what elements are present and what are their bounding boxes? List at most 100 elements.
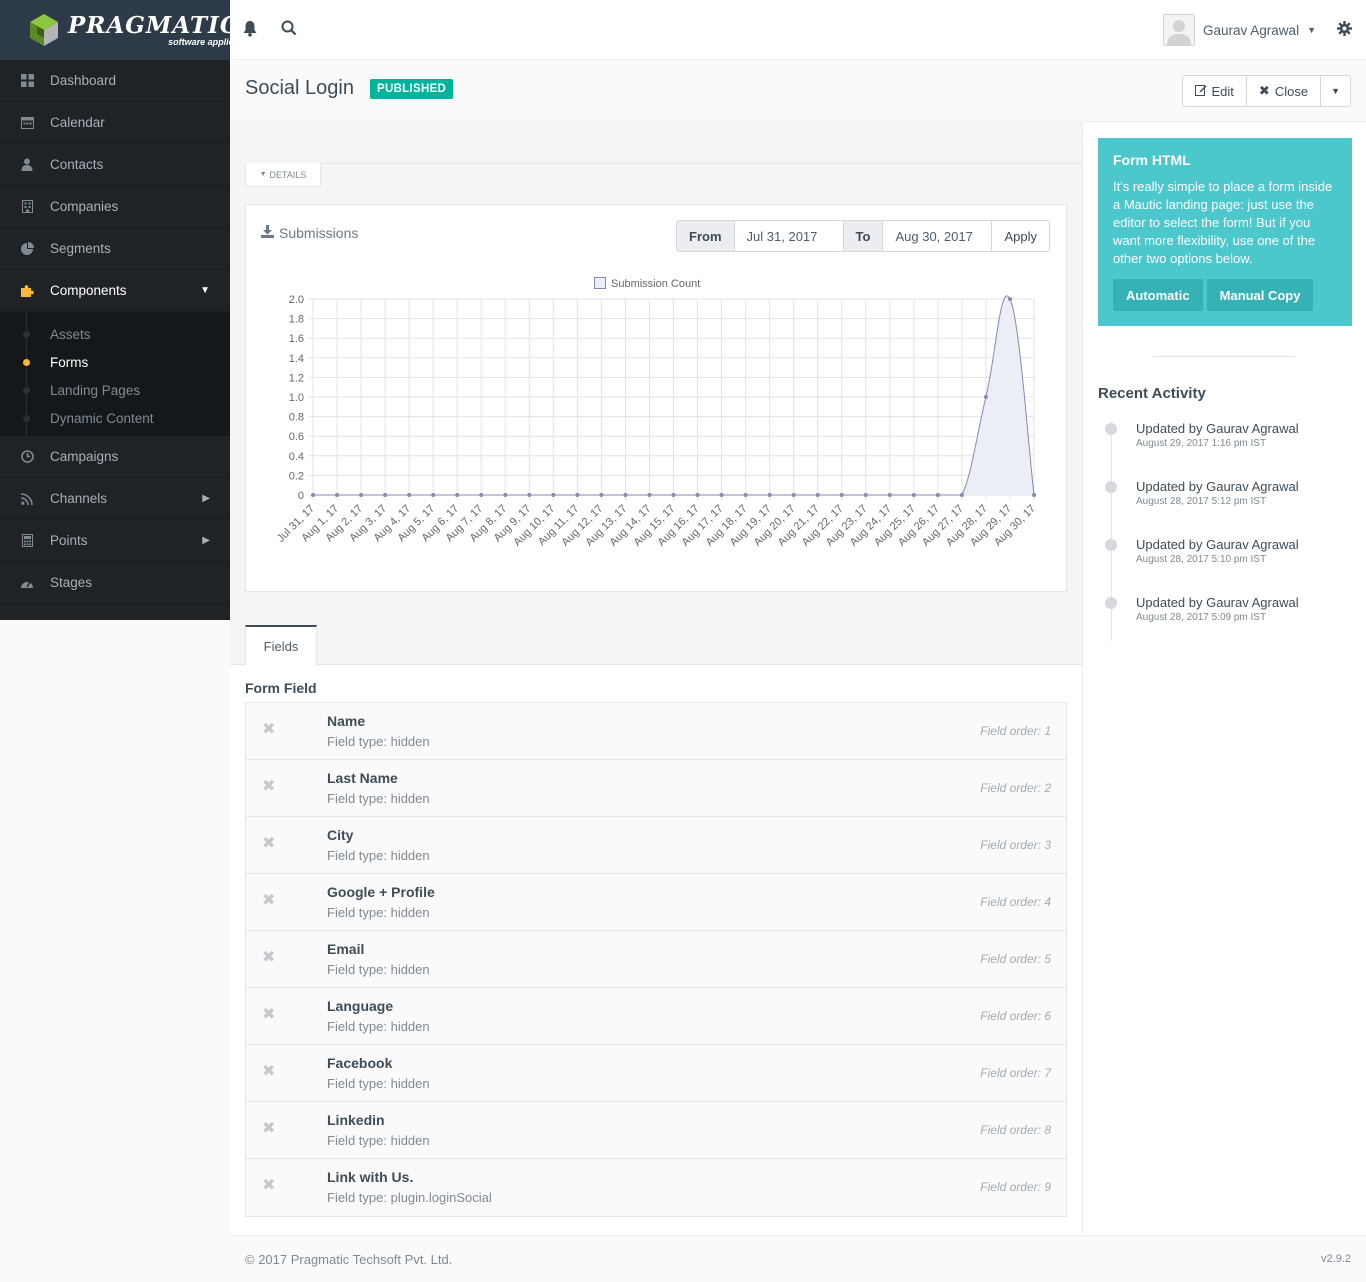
field-order: Field order: 8 [980, 1123, 1051, 1137]
timeline-dot-icon [1105, 423, 1117, 435]
remove-field-icon[interactable]: ✖ [262, 722, 276, 738]
sidebar-item-channels[interactable]: Channels ▶ [0, 478, 230, 520]
caret-down-icon: ▼ [259, 171, 267, 178]
sidebar-subitem-label: Landing Pages [50, 382, 141, 398]
y-tick-label: 0.4 [289, 451, 304, 463]
footer-version: v2.9.2 [1321, 1253, 1351, 1265]
y-tick-label: 1.6 [289, 333, 304, 345]
field-row[interactable]: ✖ Facebook Field type: hidden Field order: … [246, 1045, 1066, 1102]
y-tick-label: 2.0 [289, 294, 304, 306]
activity-who: Updated by Gaurav Agrawal [1136, 479, 1299, 494]
field-row[interactable]: ✖ Language Field type: hidden Field order: … [246, 988, 1066, 1045]
user-icon [20, 158, 34, 172]
data-point [383, 493, 388, 497]
sidebar-item-calendar[interactable]: Calendar [0, 102, 230, 144]
sidebar-item-label: Campaigns [50, 449, 119, 464]
details-toggle[interactable]: ▼ DETAILS [245, 163, 321, 187]
gear-icon[interactable] [1337, 21, 1355, 39]
field-row[interactable]: ✖ Name Field type: hidden Field order: 1 [246, 703, 1066, 760]
remove-field-icon[interactable]: ✖ [262, 893, 276, 909]
field-name: Email [327, 941, 365, 957]
sidebar-item-contacts[interactable]: Contacts [0, 144, 230, 186]
brand-tagline: software applied [168, 36, 230, 47]
field-name: Linkedin [327, 1112, 385, 1128]
field-type: Field type: hidden [327, 848, 430, 863]
sidebar-item-dashboard[interactable]: Dashboard [0, 60, 230, 102]
y-tick-label: 0.2 [289, 470, 304, 482]
search-icon[interactable] [281, 20, 299, 38]
data-point [1032, 493, 1036, 497]
data-point [503, 493, 508, 497]
field-name: City [327, 827, 354, 843]
field-row[interactable]: ✖ Email Field type: hidden Field order: 5 [246, 931, 1066, 988]
tab-fields[interactable]: Fields [245, 625, 317, 666]
remove-field-icon[interactable]: ✖ [262, 836, 276, 852]
field-row[interactable]: ✖ Google + Profile Field type: hidden Field… [246, 874, 1066, 931]
automatic-button[interactable]: Automatic [1113, 279, 1203, 311]
form-html-box: Form HTML It's really simple to place a … [1098, 138, 1352, 326]
activity-who: Updated by Gaurav Agrawal [1136, 421, 1299, 436]
sidebar-item-label: Dashboard [50, 73, 117, 88]
activity-when: August 28, 2017 5:10 pm IST [1136, 554, 1267, 565]
header-button-group: Edit ✖ Close ▼ [1181, 75, 1351, 107]
sidebar-item-companies[interactable]: Companies [0, 186, 230, 228]
clock-icon [20, 450, 34, 464]
brand-logo[interactable]: PRAGMATIC software applied [0, 0, 230, 60]
data-point [959, 493, 964, 497]
data-point [815, 493, 820, 497]
remove-field-icon[interactable]: ✖ [262, 1178, 276, 1194]
more-actions-dropdown[interactable]: ▼ [1321, 76, 1350, 106]
field-list: ✖ Name Field type: hidden Field order: 1 ✖ La… [245, 702, 1067, 1217]
form-field-heading: Form Field [245, 680, 317, 696]
edit-button[interactable]: Edit [1183, 76, 1247, 106]
sidebar-item-campaigns[interactable]: Campaigns [0, 436, 230, 478]
field-name: Last Name [327, 770, 398, 786]
field-name: Language [327, 998, 394, 1014]
sidebar-subitem-forms[interactable]: Forms [0, 348, 230, 376]
field-row[interactable]: ✖ Linkedin Field type: hidden Field order: … [246, 1102, 1066, 1159]
data-point [527, 493, 532, 497]
close-label: Close [1274, 83, 1309, 99]
bullet-icon [23, 330, 30, 338]
remove-field-icon[interactable]: ✖ [262, 779, 276, 795]
remove-field-icon[interactable]: ✖ [262, 1064, 276, 1080]
sidebar-item-stages[interactable]: Stages [0, 562, 230, 604]
field-name: Link with Us. [327, 1169, 414, 1185]
sidebar-subitem-dynamic-content[interactable]: Dynamic Content [0, 404, 230, 432]
sidebar-item-segments[interactable]: Segments [0, 228, 230, 270]
field-type: Field type: hidden [327, 1019, 430, 1034]
close-button[interactable]: ✖ Close [1247, 76, 1322, 106]
activity-who: Updated by Gaurav Agrawal [1136, 537, 1299, 552]
sidebar-subitem-landing-pages[interactable]: Landing Pages [0, 376, 230, 404]
field-row[interactable]: ✖ Last Name Field type: hidden Field order:… [246, 760, 1066, 817]
field-row[interactable]: ✖ Link with Us. Field type: plugin.loginSo… [246, 1159, 1066, 1216]
edit-label: Edit [1211, 83, 1234, 99]
legend-label: Submission Count [611, 278, 700, 290]
remove-field-icon[interactable]: ✖ [262, 1007, 276, 1023]
submissions-panel: Submissions From Jul 31, 2017 To Aug 30,… [245, 204, 1067, 592]
bell-icon[interactable] [242, 20, 260, 38]
remove-field-icon[interactable]: ✖ [262, 1121, 276, 1137]
y-tick-label: 1.2 [289, 372, 304, 384]
manual-copy-button[interactable]: Manual Copy [1206, 279, 1314, 311]
activity-when: August 29, 2017 1:16 pm IST [1136, 438, 1267, 449]
user-menu[interactable]: Gaurav Agrawal ▼ [1163, 14, 1316, 46]
sidebar-item-components[interactable]: Components ▼ [0, 270, 230, 312]
remove-field-icon[interactable]: ✖ [262, 950, 276, 966]
field-row[interactable]: ✖ City Field type: hidden Field order: 3 [246, 817, 1066, 874]
data-point [887, 493, 892, 497]
close-icon: ✖ [1258, 83, 1270, 98]
calculator-icon [20, 534, 34, 548]
user-name: Gaurav Agrawal [1203, 22, 1300, 38]
sidebar-subitem-label: Assets [50, 326, 91, 342]
sidebar-subitem-assets[interactable]: Assets [0, 320, 230, 348]
rss-icon [20, 492, 34, 506]
timeline-dot-icon [1105, 481, 1117, 493]
data-point [623, 493, 628, 497]
activity-item: Updated by Gaurav Agrawal August 28, 201… [1098, 535, 1358, 593]
sidebar-item-points[interactable]: Points ▶ [0, 520, 230, 562]
activity-item: Updated by Gaurav Agrawal August 28, 201… [1098, 593, 1358, 651]
sidebar-item-label: Points [50, 533, 88, 548]
sidebar-item-label: Calendar [50, 115, 105, 130]
data-point [935, 493, 940, 497]
